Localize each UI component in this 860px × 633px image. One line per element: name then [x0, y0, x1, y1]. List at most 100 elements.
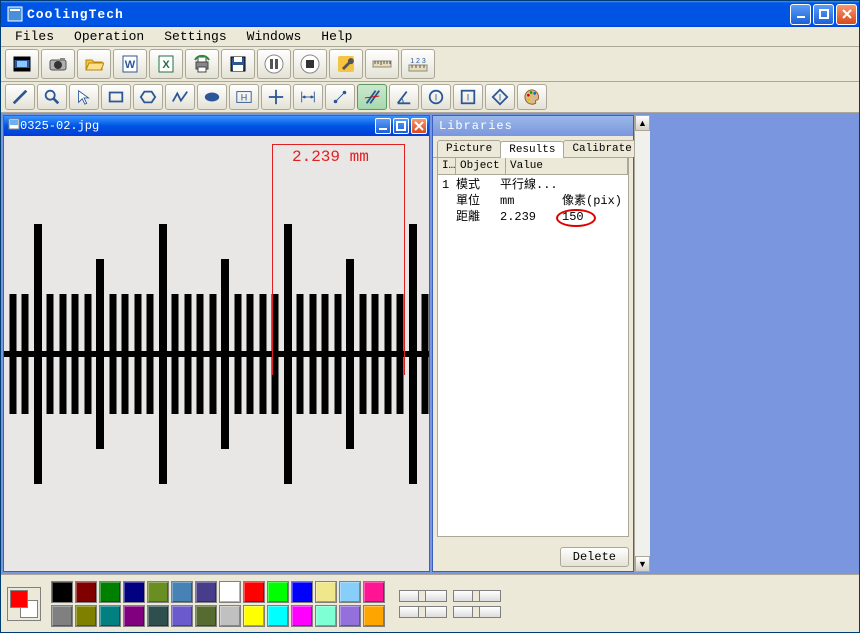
color-swatch[interactable] [195, 581, 217, 603]
color-swatch[interactable] [363, 581, 385, 603]
sliders [399, 590, 501, 618]
libraries-title: Libraries [433, 116, 633, 136]
dimension-v-icon[interactable] [325, 84, 355, 110]
ruler-h-icon[interactable] [365, 49, 399, 79]
canvas[interactable]: 2.239 mm [4, 136, 429, 571]
tab-picture[interactable]: Picture [437, 140, 501, 157]
wrench-icon[interactable] [329, 49, 363, 79]
cross-icon[interactable] [261, 84, 291, 110]
menu-files[interactable]: Files [5, 27, 64, 46]
doc-maximize-button[interactable] [393, 118, 409, 134]
print-icon[interactable] [185, 49, 219, 79]
slider-1[interactable] [399, 590, 447, 602]
doc-close-button[interactable] [411, 118, 427, 134]
camera-icon[interactable] [41, 49, 75, 79]
parallel-lines-icon[interactable] [357, 84, 387, 110]
color-swatch[interactable] [339, 605, 361, 627]
col-object[interactable]: Object [456, 158, 506, 174]
square-i-icon[interactable]: I [453, 84, 483, 110]
color-swatch[interactable] [315, 605, 337, 627]
scroll-down-icon[interactable]: ▼ [635, 556, 650, 572]
table-row[interactable]: 單位mm像素(pix) [442, 193, 624, 209]
color-swatch[interactable] [123, 581, 145, 603]
diamond-i-icon[interactable]: I [485, 84, 515, 110]
slider-3[interactable] [399, 606, 447, 618]
color-palette [51, 581, 385, 627]
menu-operation[interactable]: Operation [64, 27, 154, 46]
rectangle-icon[interactable] [101, 84, 131, 110]
color-swatch[interactable] [363, 605, 385, 627]
document-titlebar: 0325-02.jpg [4, 116, 429, 136]
color-swatch[interactable] [51, 605, 73, 627]
color-swatch[interactable] [123, 605, 145, 627]
slider-2[interactable] [453, 590, 501, 602]
zoom-icon[interactable] [37, 84, 67, 110]
side-scrollbar[interactable]: ▲ ▼ [634, 115, 650, 572]
color-swatch[interactable] [339, 581, 361, 603]
libraries-tabs: Picture Results Calibrate [433, 136, 633, 158]
dimension-icon[interactable] [293, 84, 323, 110]
pause-icon[interactable] [257, 49, 291, 79]
color-swatch[interactable] [147, 605, 169, 627]
save-icon[interactable] [221, 49, 255, 79]
minimize-button[interactable] [790, 4, 811, 25]
scroll-up-icon[interactable]: ▲ [635, 115, 650, 131]
color-swatch[interactable] [315, 581, 337, 603]
hexagon-icon[interactable] [133, 84, 163, 110]
cell-index: 1 [442, 177, 456, 193]
color-swatch[interactable] [219, 581, 241, 603]
pointer-icon[interactable] [69, 84, 99, 110]
slider-4[interactable] [453, 606, 501, 618]
maximize-button[interactable] [813, 4, 834, 25]
ellipse-icon[interactable] [197, 84, 227, 110]
menu-settings[interactable]: Settings [154, 27, 236, 46]
table-row[interactable]: 1模式平行線... [442, 177, 624, 193]
polyline-icon[interactable] [165, 84, 195, 110]
toolbar-main: WX 1 2 3 [1, 47, 859, 82]
color-swatch[interactable] [219, 605, 241, 627]
text-h-icon[interactable]: H [229, 84, 259, 110]
app-window: CoolingTech Files Operation Settings Win… [0, 0, 860, 633]
fg-bg-selector[interactable] [7, 587, 41, 621]
menu-help[interactable]: Help [311, 27, 362, 46]
color-swatch[interactable] [243, 605, 265, 627]
tab-calibrate[interactable]: Calibrate [563, 140, 640, 157]
color-swatch[interactable] [99, 581, 121, 603]
color-swatch[interactable] [99, 605, 121, 627]
stop-icon[interactable] [293, 49, 327, 79]
folder-open-icon[interactable] [77, 49, 111, 79]
color-swatch[interactable] [291, 605, 313, 627]
titlebar: CoolingTech [1, 1, 859, 27]
table-row[interactable]: 距離2.239150 [442, 209, 624, 225]
col-index[interactable]: I… [438, 158, 456, 174]
delete-button[interactable]: Delete [560, 547, 629, 567]
color-swatch[interactable] [267, 605, 289, 627]
excel-icon[interactable]: X [149, 49, 183, 79]
palette-icon[interactable] [517, 84, 547, 110]
word-icon[interactable]: W [113, 49, 147, 79]
color-swatch[interactable] [171, 581, 193, 603]
fg-color-swatch[interactable] [10, 590, 28, 608]
color-swatch[interactable] [243, 581, 265, 603]
close-button[interactable] [836, 4, 857, 25]
doc-minimize-button[interactable] [375, 118, 391, 134]
col-value[interactable]: Value [506, 158, 628, 174]
color-swatch[interactable] [291, 581, 313, 603]
color-swatch[interactable] [171, 605, 193, 627]
angle-icon[interactable] [389, 84, 419, 110]
app-icon [7, 6, 23, 22]
color-swatch[interactable] [195, 605, 217, 627]
color-swatch[interactable] [75, 605, 97, 627]
svg-text:I: I [499, 93, 502, 103]
color-swatch[interactable] [147, 581, 169, 603]
tab-results[interactable]: Results [500, 141, 564, 158]
ruler-units-icon[interactable]: 1 2 3 [401, 49, 435, 79]
color-swatch[interactable] [267, 581, 289, 603]
color-swatch[interactable] [75, 581, 97, 603]
line-icon[interactable] [5, 84, 35, 110]
film-icon[interactable] [5, 49, 39, 79]
libraries-panel: Libraries Picture Results Calibrate I… O… [432, 115, 634, 572]
color-swatch[interactable] [51, 581, 73, 603]
circle-i-icon[interactable]: I [421, 84, 451, 110]
menu-windows[interactable]: Windows [237, 27, 312, 46]
